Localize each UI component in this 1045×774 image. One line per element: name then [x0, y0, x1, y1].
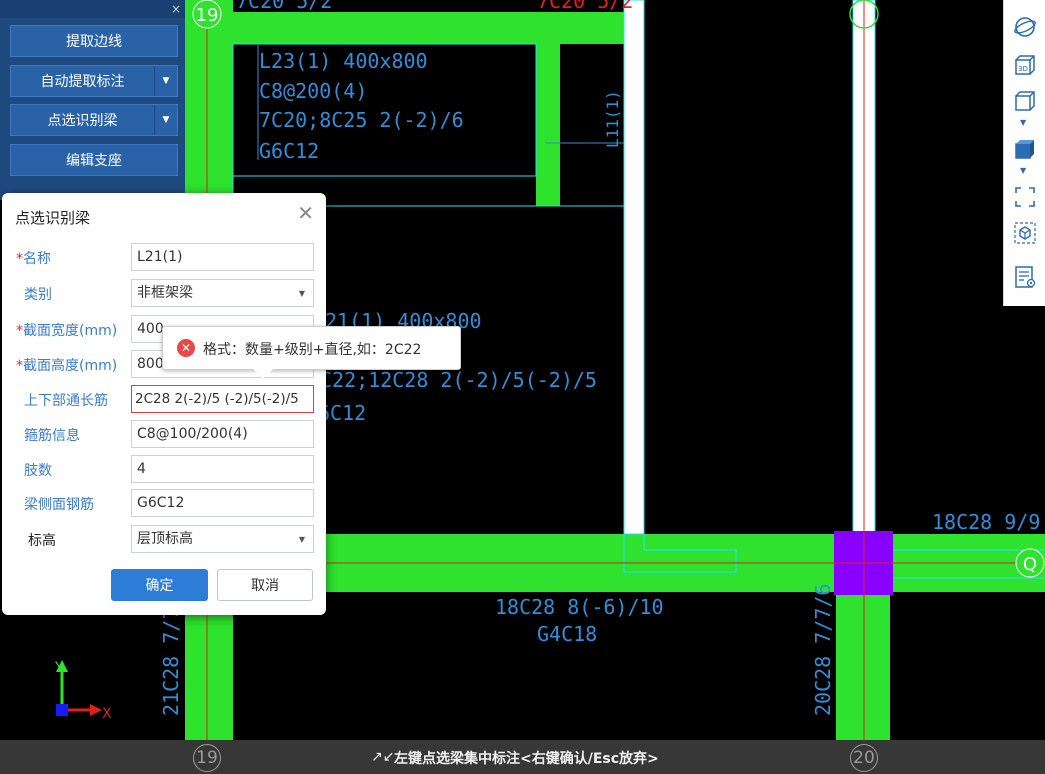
row-side-rebar: 梁侧面钢筋 G6C12 — [2, 489, 326, 517]
collapse-arrows-icon: ↗↙ — [371, 749, 395, 765]
row-long-rebar: 上下部通长筋 2C28 2(-2)/5 (-2)/5(-2)/5 — [2, 385, 326, 413]
annot-l11: L11(1) — [603, 90, 622, 148]
edit-support-label: 编辑支座 — [66, 153, 122, 169]
tool-panel: × 提取边线 自动提取标注 ▼ 点选识别梁 ▼ 编辑支座 — [0, 0, 185, 200]
elevation-label: 标高 — [28, 533, 56, 549]
auto-extract-label: 自动提取标注 — [40, 74, 125, 90]
row-stirrup: 箍筋信息 C8@100/200(4) — [2, 420, 326, 448]
status-text: 左键点选梁集中标注<右键确认/Esc放弃> — [394, 751, 659, 767]
chevron-down-icon: ▼ — [298, 535, 305, 544]
solid-cube-icon[interactable] — [1012, 136, 1038, 162]
chevron-down-icon[interactable]: ▼ — [1020, 166, 1026, 175]
annot-l23-rebar: 7C20;8C25 2(-2)/6 — [259, 108, 464, 132]
ucs-x-label: X — [102, 706, 112, 722]
name-label: *名称 — [16, 251, 51, 267]
beam-white-left[interactable] — [623, 0, 645, 535]
annot-l23-side: G6C12 — [259, 139, 319, 163]
row-category: 类别 非框架梁 ▼ — [2, 279, 326, 307]
legs-label: 肢数 — [24, 463, 52, 479]
annot-col-left: 21C28 7/7 — [159, 608, 183, 716]
side-rebar-label: 梁侧面钢筋 — [24, 497, 94, 513]
close-icon[interactable]: ✕ — [297, 203, 314, 223]
edit-support-button[interactable]: 编辑支座 — [10, 144, 178, 176]
wireframe-cube-icon[interactable] — [1012, 88, 1038, 114]
chevron-down-icon[interactable]: ▼ — [154, 105, 177, 135]
axis-label-19-bottom: 19 — [193, 744, 221, 772]
long-rebar-input[interactable]: 2C28 2(-2)/5 (-2)/5(-2)/5 — [131, 385, 314, 413]
confirm-button[interactable]: 确定 — [111, 569, 208, 601]
fit-screen-icon[interactable] — [1012, 184, 1038, 210]
dialog-title: 点选识别梁 — [15, 209, 91, 227]
annot-col-right: 20C28 7/7/6 — [811, 584, 835, 716]
annot-top-left: 7C20 5/2 — [236, 0, 332, 13]
annot-l23-name: L23(1) 400x800 — [259, 49, 428, 73]
beam-top[interactable] — [185, 12, 635, 44]
annot-l21-rebar: C22;12C28 2(-2)/5(-2)/5 — [320, 368, 597, 392]
svg-text:3D: 3D — [1018, 65, 1028, 73]
cancel-button[interactable]: 取消 — [217, 569, 313, 601]
ucs-x-arrow — [90, 704, 102, 716]
beam-bottom-vertical[interactable] — [836, 592, 890, 740]
tooltip-arrow — [253, 369, 273, 379]
side-rebar-input[interactable]: G6C12 — [131, 489, 314, 517]
status-bar: ↗↙ 左键点选梁集中标注<右键确认/Esc放弃> — [0, 740, 1045, 774]
view-toolbar: 3D ▼ ▼ — [1003, 0, 1045, 306]
width-label: *截面宽度(mm) — [16, 323, 118, 339]
axis-label-19-top: 19 — [196, 5, 219, 26]
orbit-icon[interactable] — [1012, 14, 1038, 40]
height-label: *截面高度(mm) — [16, 358, 118, 374]
chevron-down-icon[interactable]: ▼ — [1020, 118, 1026, 127]
stirrup-input[interactable]: C8@100/200(4) — [131, 420, 314, 448]
tooltip-text: 格式：数量+级别+直径,如：2C22 — [203, 342, 422, 358]
extract-edge-label: 提取边线 — [66, 34, 122, 50]
category-label: 类别 — [24, 287, 52, 303]
long-rebar-label: 上下部通长筋 — [24, 393, 108, 409]
row-name: *名称 L21(1) — [2, 243, 326, 271]
point-identify-label: 点选识别梁 — [47, 113, 118, 129]
extract-edge-button[interactable]: 提取边线 — [10, 25, 178, 57]
category-select[interactable]: 非框架梁 ▼ — [131, 279, 314, 307]
tool-panel-close-icon[interactable]: × — [171, 0, 181, 18]
error-icon: ✕ — [177, 339, 195, 357]
identify-beam-dialog: 点选识别梁 ✕ *名称 L21(1) 类别 非框架梁 ▼ *截面宽度(mm) 40… — [2, 193, 326, 615]
validation-tooltip: ✕ 格式：数量+级别+直径,如：2C22 — [162, 326, 461, 379]
tool-panel-header: × — [0, 0, 185, 18]
annot-right-top: 18C28 9/9 — [932, 510, 1040, 534]
view-3d-icon[interactable]: 3D — [1012, 52, 1038, 78]
annot-mid-bottom: 18C28 8(-6)/10 — [495, 595, 664, 619]
chevron-down-icon: ▼ — [298, 289, 305, 298]
axis-label-20-bottom: 20 — [850, 744, 878, 772]
ucs-origin — [56, 704, 68, 716]
annot-l23-stirrup: C8@200(4) — [259, 79, 367, 103]
point-identify-beam-button[interactable]: 点选识别梁 ▼ — [10, 104, 178, 136]
ucs-y-label: Y — [54, 660, 64, 676]
beam-mid-vertical[interactable] — [536, 44, 560, 206]
row-legs: 肢数 4 — [2, 455, 326, 483]
box-select-icon[interactable] — [1012, 220, 1038, 246]
axis-label-q: Q — [1023, 554, 1037, 575]
annot-mid-bottom2: G4C18 — [537, 622, 597, 646]
elevation-select[interactable]: 层顶标高 ▼ — [131, 525, 314, 553]
chevron-down-icon[interactable]: ▼ — [154, 66, 177, 96]
row-elevation: 标高 层顶标高 ▼ — [2, 525, 326, 553]
legs-input[interactable]: 4 — [131, 455, 314, 483]
stirrup-label: 箍筋信息 — [24, 428, 80, 444]
auto-extract-annotation-button[interactable]: 自动提取标注 ▼ — [10, 65, 178, 97]
layer-properties-icon[interactable] — [1012, 264, 1038, 290]
name-input[interactable]: L21(1) — [131, 243, 314, 271]
annot-top-right: 7C20 5/2 — [537, 0, 633, 13]
